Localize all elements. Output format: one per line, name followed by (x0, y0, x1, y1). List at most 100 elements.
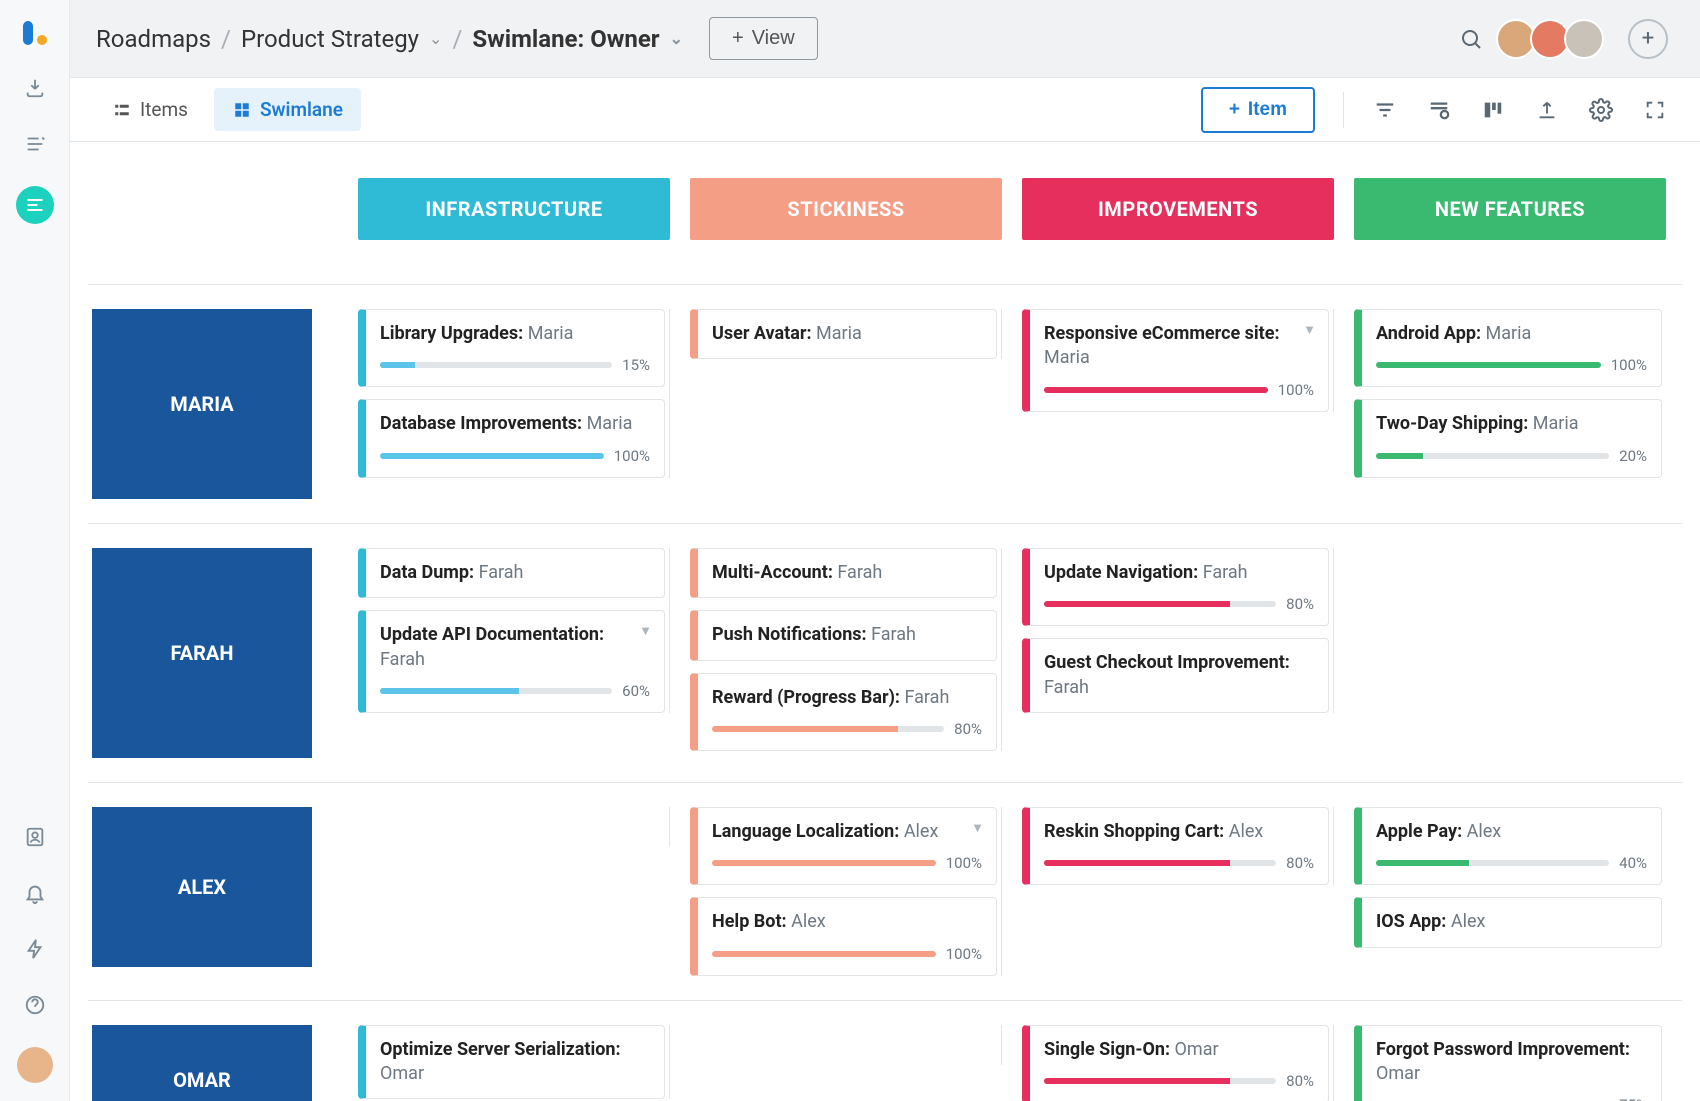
link-filter-icon[interactable] (1426, 97, 1452, 123)
progress-label: 60% (622, 682, 650, 700)
view-toolbar: Items Swimlane + Item (70, 78, 1700, 142)
filter-icon[interactable] (1372, 97, 1398, 123)
card[interactable]: IOS App: Alex (1354, 897, 1662, 947)
progress: 100% (712, 854, 982, 872)
notifications-icon[interactable] (21, 879, 49, 907)
swimlane-label[interactable]: OMAR (92, 1025, 312, 1101)
add-collaborator-button[interactable]: + (1628, 19, 1668, 59)
card[interactable]: Multi-Account: Farah (690, 548, 997, 598)
chevron-down-icon[interactable]: ▼ (1303, 322, 1316, 338)
breadcrumb-separator: / (452, 25, 462, 53)
card-title: User Avatar: Maria (712, 322, 982, 346)
card-title: Responsive eCommerce site: Maria (1044, 322, 1314, 371)
grid-icon (232, 100, 252, 120)
card-title: Reward (Progress Bar): Farah (712, 686, 982, 710)
card-title: Help Bot: Alex (712, 910, 982, 934)
breadcrumb-view-label: Swimlane: Owner (472, 25, 659, 53)
progress: 100% (712, 945, 982, 963)
breadcrumb: Roadmaps / Product Strategy ⌄ / Swimlane… (96, 25, 683, 53)
tab-swimlane[interactable]: Swimlane (214, 88, 361, 131)
contacts-icon[interactable] (21, 823, 49, 851)
collaborator-avatars[interactable] (1502, 19, 1604, 59)
breadcrumb-root[interactable]: Roadmaps (96, 25, 211, 53)
columns-icon[interactable] (1480, 97, 1506, 123)
card-title: Database Improvements: Maria (380, 412, 650, 436)
add-item-button[interactable]: + Item (1201, 87, 1315, 133)
card[interactable]: Database Improvements: Maria100% (358, 399, 665, 477)
card[interactable]: Update API Documentation: Farah▼ 60% (358, 610, 665, 713)
card-title: Language Localization: Alex (712, 820, 982, 844)
swimlane-label[interactable]: FARAH (92, 548, 312, 758)
card[interactable]: Data Dump: Farah (358, 548, 665, 598)
import-icon[interactable] (21, 74, 49, 102)
card[interactable]: Optimize Server Serialization: Omar (358, 1025, 665, 1100)
help-icon[interactable] (21, 991, 49, 1019)
card[interactable]: User Avatar: Maria (690, 309, 997, 359)
card-title: Android App: Maria (1376, 322, 1647, 346)
progress: 60% (380, 682, 650, 700)
card[interactable]: Single Sign-On: Omar80% (1022, 1025, 1329, 1101)
breadcrumb-view[interactable]: Swimlane: Owner ⌄ (472, 25, 683, 53)
progress: 80% (1044, 1072, 1314, 1090)
card-title: Forgot Password Improvement: Omar (1376, 1038, 1647, 1087)
list-icon[interactable] (21, 130, 49, 158)
card[interactable]: Guest Checkout Improvement: Farah (1022, 638, 1329, 713)
card[interactable]: Help Bot: Alex 100% (690, 897, 997, 975)
swimlane-label[interactable]: ALEX (92, 807, 312, 967)
progress-label: 80% (1286, 854, 1314, 872)
list-icon (112, 100, 132, 120)
chevron-down-icon: ⌄ (670, 29, 683, 48)
card[interactable]: Apple Pay: Alex40% (1354, 807, 1662, 885)
export-icon[interactable] (1534, 97, 1560, 123)
card[interactable]: Reward (Progress Bar): Farah 80% (690, 673, 997, 751)
column-header[interactable]: IMPROVEMENTS (1022, 178, 1334, 240)
fullscreen-icon[interactable] (1642, 97, 1668, 123)
add-view-button[interactable]: + View (709, 17, 818, 60)
card-title: Multi-Account: Farah (712, 561, 982, 585)
progress: 15% (380, 356, 650, 374)
tab-items[interactable]: Items (94, 88, 206, 131)
app-logo[interactable] (20, 18, 50, 48)
card[interactable]: Forgot Password Improvement: Omar75% (1354, 1025, 1662, 1101)
card[interactable]: Two-Day Shipping: Maria20% (1354, 399, 1662, 477)
roadmap-icon[interactable] (16, 186, 54, 224)
gear-icon[interactable] (1588, 97, 1614, 123)
card[interactable]: Library Upgrades: Maria15% (358, 309, 665, 387)
search-icon[interactable] (1458, 26, 1484, 52)
card-title: Optimize Server Serialization: Omar (380, 1038, 650, 1087)
swimlane-board: INFRASTRUCTURE STICKINESS IMPROVEMENTS NEW … (70, 142, 1700, 1101)
chevron-down-icon[interactable]: ▼ (639, 623, 652, 639)
card[interactable]: Update Navigation: Farah 80% (1022, 548, 1329, 626)
breadcrumb-project[interactable]: Product Strategy ⌄ (241, 25, 443, 53)
add-view-label: View (752, 27, 795, 50)
card[interactable]: Push Notifications: Farah (690, 610, 997, 660)
progress-label: 80% (954, 720, 982, 738)
swimlane-label[interactable]: MARIA (92, 309, 312, 499)
progress: 20% (1376, 447, 1647, 465)
card[interactable]: Responsive eCommerce site: Maria▼ 100% (1022, 309, 1329, 412)
progress-label: 80% (1286, 595, 1314, 613)
user-avatar[interactable] (17, 1047, 53, 1083)
card-title: Update API Documentation: Farah (380, 623, 650, 672)
chevron-down-icon[interactable]: ▼ (971, 820, 984, 836)
card[interactable]: Reskin Shopping Cart: Alex80% (1022, 807, 1329, 885)
card-title: Update Navigation: Farah (1044, 561, 1314, 585)
progress: 100% (1044, 381, 1314, 399)
column-header[interactable]: NEW FEATURES (1354, 178, 1666, 240)
plus-icon: + (732, 27, 744, 50)
card[interactable]: Android App: Maria100% (1354, 309, 1662, 387)
column-header[interactable]: STICKINESS (690, 178, 1002, 240)
progress: 80% (1044, 854, 1314, 872)
left-rail (0, 0, 70, 1101)
progress: 80% (1044, 595, 1314, 613)
breadcrumb-separator: / (221, 25, 231, 53)
card[interactable]: Language Localization: Alex▼ 100% (690, 807, 997, 885)
progress-label: 100% (946, 945, 982, 963)
card-title: Data Dump: Farah (380, 561, 650, 585)
column-header[interactable]: INFRASTRUCTURE (358, 178, 670, 240)
bolt-icon[interactable] (21, 935, 49, 963)
tab-swimlane-label: Swimlane (260, 98, 343, 121)
collaborator-avatar[interactable] (1564, 19, 1604, 59)
add-item-label: Item (1248, 99, 1287, 121)
breadcrumb-project-label: Product Strategy (241, 25, 419, 53)
